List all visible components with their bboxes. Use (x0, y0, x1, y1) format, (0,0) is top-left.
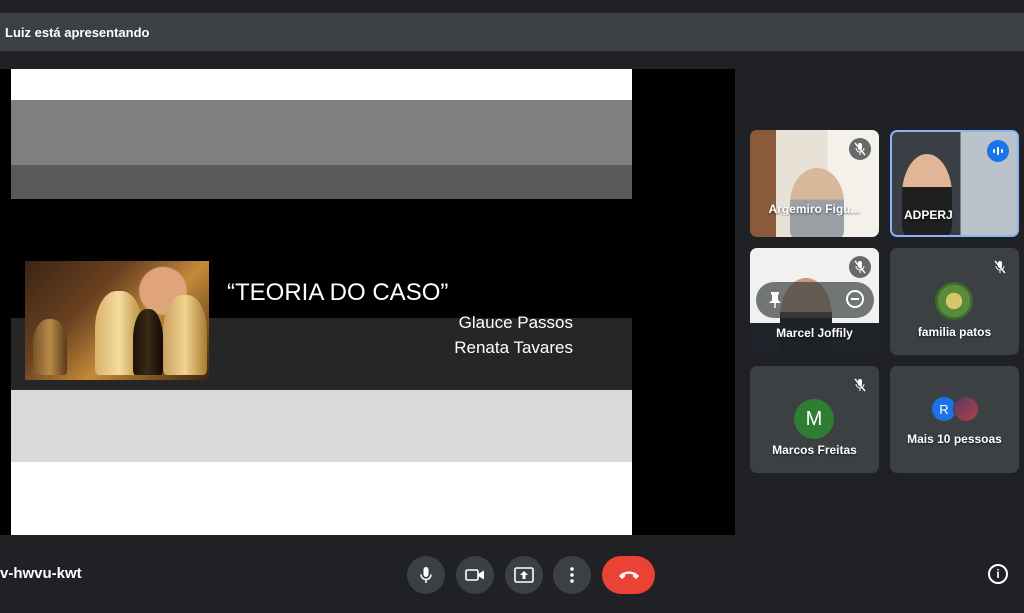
slide-band (11, 100, 632, 165)
present-screen-button[interactable] (505, 556, 543, 594)
chess-piece (33, 319, 67, 375)
camera-icon (465, 569, 484, 581)
pin-icon[interactable] (768, 291, 782, 314)
participant-name: Argemiro Figu... (768, 202, 861, 216)
avatar: M (794, 399, 834, 439)
shared-slide: “TEORIA DO CASO” Glauce Passos Renata Ta… (11, 69, 632, 535)
mic-off-icon (989, 256, 1011, 278)
chess-piece (163, 295, 207, 375)
more-options-icon (570, 567, 574, 583)
slide-author: Glauce Passos (458, 313, 573, 332)
window-top-strip (0, 0, 1024, 13)
slide-author: Renata Tavares (454, 338, 573, 357)
participant-name: Marcos Freitas (772, 443, 857, 457)
slide-title: “TEORIA DO CASO” (227, 279, 449, 306)
participant-tile[interactable]: Marcel Joffily (750, 248, 879, 355)
participant-tile[interactable]: ADPERJ (890, 130, 1019, 237)
avatar (953, 396, 979, 422)
participant-name: familia patos (917, 325, 992, 339)
mic-off-icon (849, 256, 871, 278)
meeting-code: v-hwvu-kwt (0, 565, 82, 582)
presentation-stage: “TEORIA DO CASO” Glauce Passos Renata Ta… (0, 69, 735, 535)
mic-off-icon (849, 374, 871, 396)
participant-video (902, 154, 952, 235)
participant-name: Marcel Joffily (776, 326, 853, 340)
presenting-banner-text: Luiz está apresentando (5, 24, 150, 40)
chess-image (25, 261, 209, 380)
tile-hover-actions (756, 282, 874, 318)
chess-piece (133, 309, 163, 375)
more-participants-tile[interactable]: R Mais 10 pessoas (890, 366, 1019, 473)
presenting-banner: Luiz está apresentando (0, 13, 1024, 51)
slide-band (11, 69, 632, 100)
slide-band (11, 390, 632, 462)
mic-icon (420, 567, 432, 583)
camera-button[interactable] (456, 556, 494, 594)
end-call-icon (618, 571, 639, 579)
mic-off-icon (849, 138, 871, 160)
present-screen-icon (514, 567, 534, 583)
remove-icon[interactable] (846, 290, 864, 308)
microphone-button[interactable] (407, 556, 445, 594)
participant-tile[interactable]: M Marcos Freitas (750, 366, 879, 473)
speaking-indicator-icon (987, 140, 1009, 162)
slide-band (11, 165, 632, 199)
more-options-button[interactable] (553, 556, 591, 594)
more-participants-label: Mais 10 pessoas (907, 432, 1002, 446)
slide-band (11, 462, 632, 535)
bottom-control-bar: v-hwvu-kwt i (0, 537, 1024, 613)
info-icon[interactable]: i (988, 564, 1008, 584)
participant-tile[interactable]: familia patos (890, 248, 1019, 355)
participant-name: ADPERJ (904, 208, 953, 222)
end-call-button[interactable] (602, 556, 655, 594)
participant-tile[interactable]: Argemiro Figu... (750, 130, 879, 237)
avatar (935, 282, 973, 320)
